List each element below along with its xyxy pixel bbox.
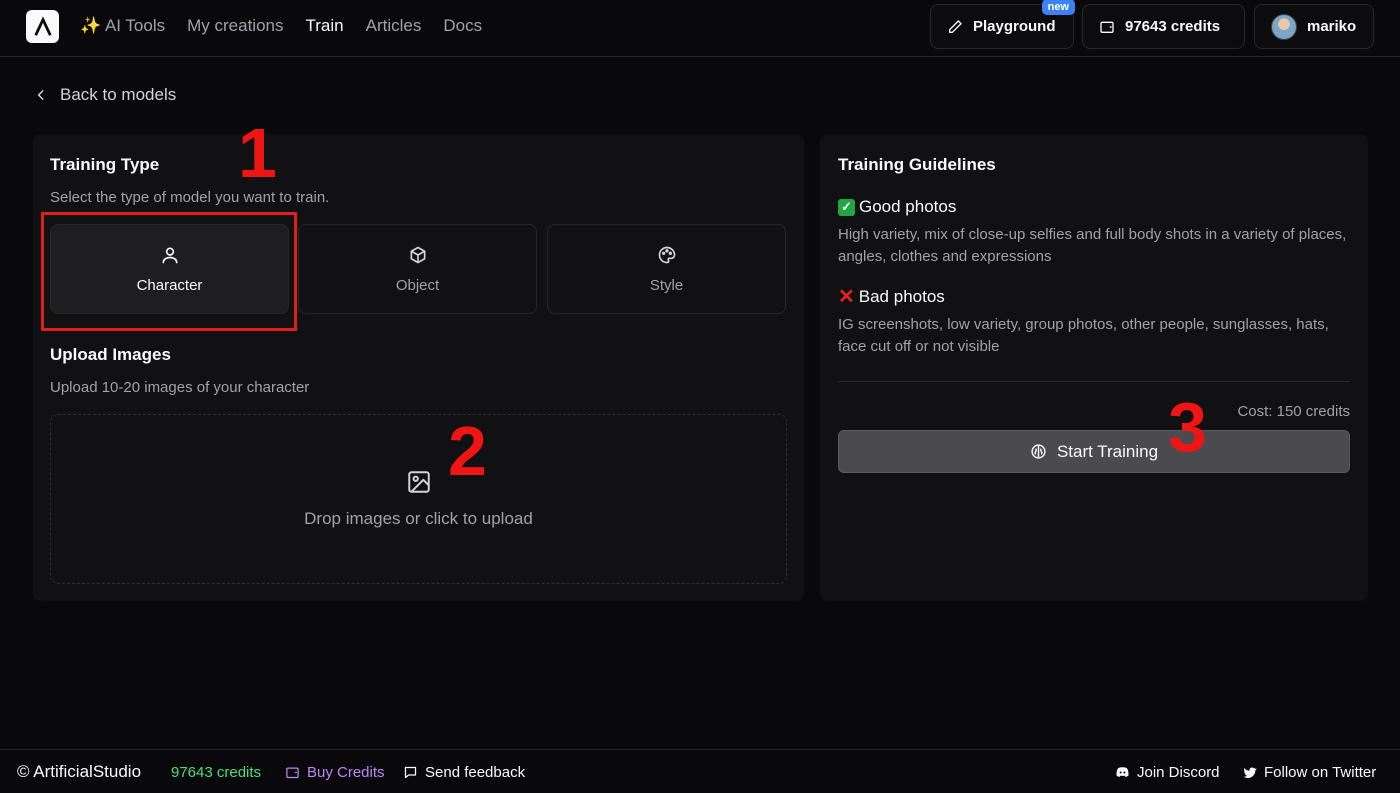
playground-button[interactable]: Playground new [930,0,1075,49]
message-icon [404,766,417,779]
back-label: Back to models [60,85,177,104]
discord-icon [1116,767,1129,777]
buy-credits-link[interactable]: Buy Credits [285,764,385,781]
bad-photos-text: IG screenshots, low variety, group photo… [838,316,1329,355]
type-card-style[interactable]: Style [547,224,786,314]
upload-images-title: Upload Images [50,345,171,364]
nav-my-creations[interactable]: My creations [187,16,283,36]
guidelines-panel: Training Guidelines ✓ Good photos High v… [820,134,1368,601]
new-badge: new [1041,0,1075,15]
wallet-icon [1100,21,1114,33]
good-photos-text: High variety, mix of close-up selfies an… [838,226,1347,265]
follow-twitter-link[interactable]: Follow on Twitter [1242,764,1376,781]
chevron-left-icon [37,90,44,100]
annotation-highlight-box [41,212,297,331]
good-photos-title: Good photos [859,197,957,216]
send-feedback-label: Send feedback [425,764,526,781]
logo-icon[interactable] [26,10,59,43]
top-nav-bar: ✨ AI Tools My creations Train Articles D… [0,0,1400,57]
twitter-icon [1243,767,1257,778]
user-name: mariko [1307,18,1357,35]
pencil-icon [949,19,962,33]
annotation-number-1: 1 [238,114,277,192]
credits-button[interactable]: 97643 credits [1082,4,1245,49]
training-panel: Training Type Select the type of model y… [33,134,804,601]
dropzone-text: Drop images or click to upload [304,509,533,528]
guidelines-title: Training Guidelines [838,155,996,174]
footer-brand[interactable]: © ArtificialStudio [17,762,141,782]
nav-articles[interactable]: Articles [366,16,422,36]
join-discord-label: Join Discord [1137,764,1220,781]
footer-bar: © ArtificialStudio 97643 credits Buy Cre… [0,749,1400,793]
nav-train[interactable]: Train [306,16,344,36]
palette-icon [658,246,675,263]
back-to-models-link[interactable]: Back to models [34,85,176,105]
playground-label: Playground [973,18,1056,35]
annotation-number-3: 3 [1168,388,1207,466]
training-type-title: Training Type [50,155,160,174]
send-feedback-link[interactable]: Send feedback [403,764,525,781]
training-type-subtitle: Select the type of model you want to tra… [50,189,330,206]
box-icon [410,246,425,263]
image-icon [407,471,430,493]
type-label-object: Object [395,276,440,294]
cost-label: Cost: 150 credits [1237,403,1350,420]
image-dropzone[interactable]: Drop images or click to upload [50,414,787,584]
type-label-style: Style [649,276,684,294]
divider [838,381,1350,382]
credits-label: 97643 credits [1125,18,1221,35]
user-menu-button[interactable]: mariko [1254,4,1374,49]
annotation-number-2: 2 [448,412,487,490]
cross-mark-icon: ✕ [838,286,855,308]
main-nav: ✨ AI Tools My creations Train Articles D… [80,16,482,36]
wallet-icon [286,767,299,779]
good-photos-heading: ✓ Good photos [838,197,956,217]
type-card-object[interactable]: Object [298,224,537,314]
start-training-button[interactable]: Start Training [838,430,1350,473]
start-training-label: Start Training [1056,441,1159,461]
bad-photos-heading: ✕ Bad photos [838,287,945,307]
footer-credits: 97643 credits [171,764,262,781]
join-discord-link[interactable]: Join Discord [1115,764,1220,781]
avatar [1271,13,1297,40]
follow-twitter-label: Follow on Twitter [1264,764,1377,781]
upload-images-subtitle: Upload 10-20 images of your character [50,379,310,396]
brain-icon [1031,444,1046,459]
nav-ai-tools[interactable]: ✨ AI Tools [80,16,165,36]
nav-docs[interactable]: Docs [443,16,482,36]
check-mark-icon: ✓ [838,198,855,216]
buy-credits-label: Buy Credits [307,764,385,781]
bad-photos-title: Bad photos [858,287,945,306]
